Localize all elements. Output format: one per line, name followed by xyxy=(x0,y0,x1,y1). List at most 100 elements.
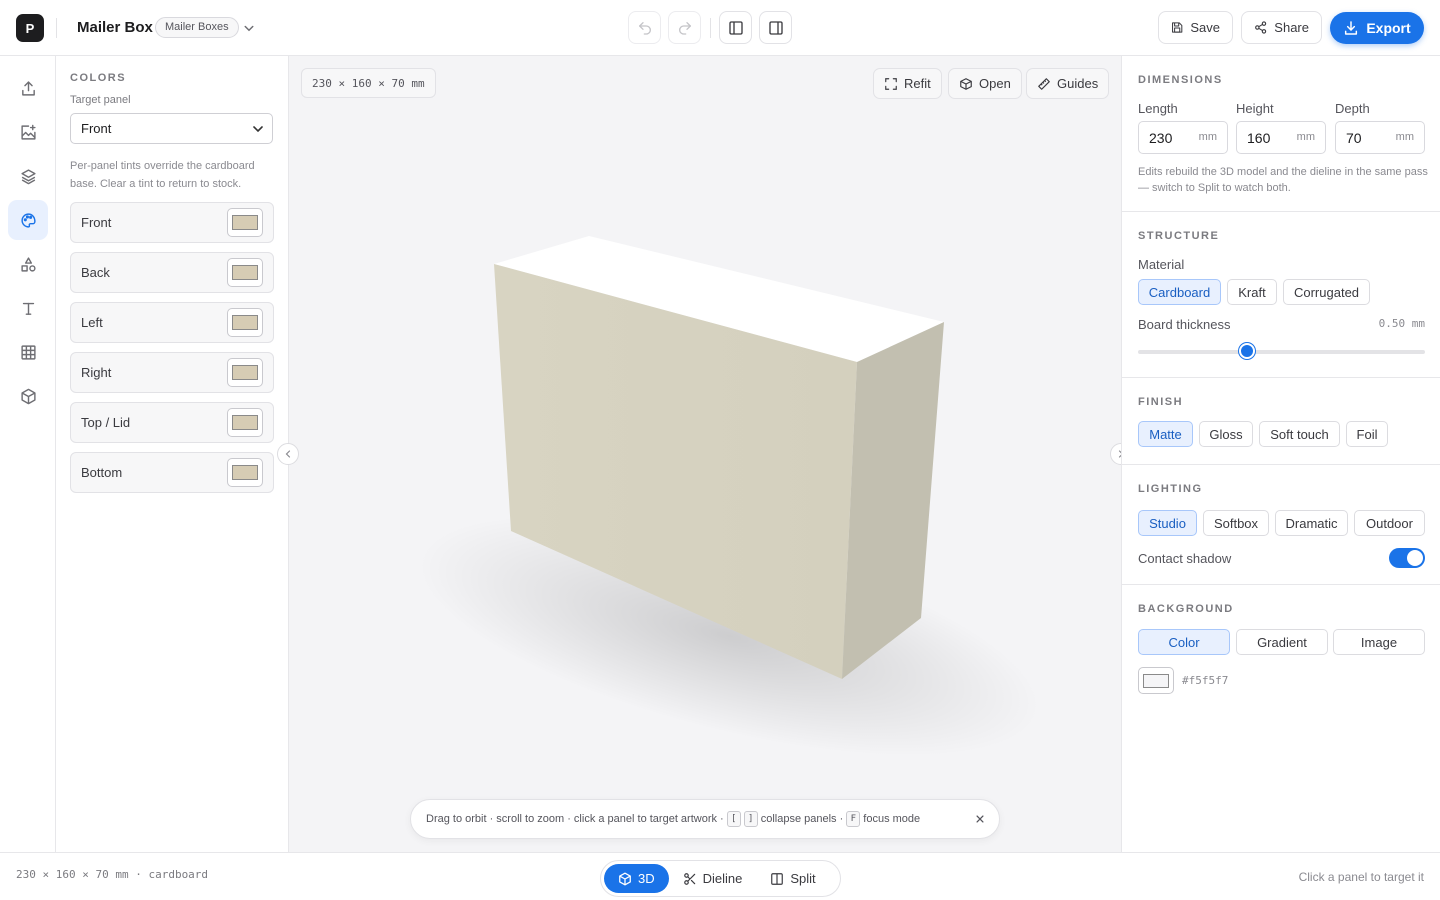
guides-button[interactable]: Guides xyxy=(1026,68,1110,99)
status-summary: 230 × 160 × 70 mm · cardboard xyxy=(16,868,209,881)
rail-item-layers[interactable] xyxy=(8,156,48,196)
thickness-slider-thumb[interactable] xyxy=(1239,343,1256,359)
panel-tint-row[interactable]: Back xyxy=(70,252,274,293)
target-panel-value: Front xyxy=(81,121,112,136)
project-title[interactable]: Mailer Box xyxy=(77,17,153,38)
rail-item-upload[interactable] xyxy=(8,68,48,108)
rail-item-images[interactable] xyxy=(8,112,48,152)
view-mode-3d[interactable]: 3D xyxy=(604,864,669,893)
thickness-label: Board thickness xyxy=(1138,317,1231,332)
section-title-finish: FINISH xyxy=(1138,396,1184,408)
panel-label: Right xyxy=(81,365,112,380)
rail-item-shapes[interactable] xyxy=(8,244,48,284)
color-swatch[interactable] xyxy=(227,208,263,237)
redo-icon xyxy=(678,21,691,35)
undo-icon xyxy=(638,21,651,35)
close-icon[interactable] xyxy=(973,812,987,826)
unit-label: mm xyxy=(1395,131,1414,143)
image-add-icon xyxy=(20,124,36,140)
panel-tint-row[interactable]: Left xyxy=(70,302,274,343)
lighting-option-studio[interactable]: Studio xyxy=(1138,510,1197,536)
section-title-background: BACKGROUND xyxy=(1138,603,1234,615)
rail-item-patterns[interactable] xyxy=(8,332,48,372)
toggle-right-panel-button[interactable] xyxy=(759,11,792,44)
split-view-icon xyxy=(771,872,784,885)
kbd-key: [ xyxy=(726,811,741,827)
panel-label: Back xyxy=(81,265,110,280)
thickness-value: 0.50 mm xyxy=(1378,317,1425,330)
background-option-color[interactable]: Color xyxy=(1138,629,1230,655)
divider xyxy=(56,18,57,38)
open-button[interactable]: Open xyxy=(948,68,1022,99)
lighting-option-softbox[interactable]: Softbox xyxy=(1203,510,1269,536)
length-value: 230 xyxy=(1149,129,1173,146)
box-3d-model[interactable] xyxy=(289,56,1121,852)
section-title-lighting: LIGHTING xyxy=(1138,483,1203,495)
material-label: Material xyxy=(1138,257,1185,272)
collapse-left-panel-button[interactable] xyxy=(277,443,299,465)
view-mode-label: Split xyxy=(790,871,816,886)
sidebar-left-icon xyxy=(728,20,743,35)
thickness-slider-track[interactable] xyxy=(1138,350,1425,354)
panel-tint-row[interactable]: Right xyxy=(70,352,274,393)
grid-icon xyxy=(20,344,36,360)
open-label: Open xyxy=(979,76,1011,91)
tool-rail xyxy=(0,56,56,852)
background-option-image[interactable]: Image xyxy=(1333,629,1425,655)
scissors-icon xyxy=(683,872,695,885)
panel-tint-row[interactable]: Front xyxy=(70,202,274,243)
view-mode-split[interactable]: Split xyxy=(756,864,829,893)
color-swatch[interactable] xyxy=(227,458,263,487)
target-panel-select[interactable]: Front xyxy=(70,113,273,144)
view-mode-label: Dieline xyxy=(702,871,743,886)
color-swatch[interactable] xyxy=(227,408,263,437)
finish-option-gloss[interactable]: Gloss xyxy=(1199,421,1253,447)
finish-option-foil[interactable]: Foil xyxy=(1346,421,1388,447)
text-icon xyxy=(22,302,34,315)
rail-item-model[interactable] xyxy=(8,376,48,416)
toggle-left-panel-button[interactable] xyxy=(719,11,752,44)
box-open-icon xyxy=(960,77,972,90)
depth-input[interactable]: 70 mm xyxy=(1335,121,1425,154)
color-swatch[interactable] xyxy=(227,258,263,287)
color-swatch[interactable] xyxy=(227,308,263,337)
chevron-down-icon[interactable] xyxy=(240,19,258,37)
background-option-gradient[interactable]: Gradient xyxy=(1236,629,1328,655)
contact-shadow-toggle[interactable] xyxy=(1389,548,1425,568)
app-logo[interactable]: P xyxy=(16,14,44,42)
redo-button[interactable] xyxy=(668,11,701,44)
height-input[interactable]: 160 mm xyxy=(1236,121,1326,154)
kbd-key: F xyxy=(846,811,861,827)
finish-section: FINISH Matte Gloss Soft touch Foil xyxy=(1122,378,1440,465)
view-mode-dieline[interactable]: Dieline xyxy=(669,864,757,893)
sidebar-right-icon xyxy=(768,20,783,35)
refit-button[interactable]: Refit xyxy=(873,68,942,99)
color-swatch[interactable] xyxy=(227,358,263,387)
panel-tint-row[interactable]: Top / Lid xyxy=(70,402,274,443)
panel-tint-row[interactable]: Bottom xyxy=(70,452,274,493)
onboarding-hint: Drag to orbit · scroll to zoom · click a… xyxy=(410,799,1000,839)
material-option-cardboard[interactable]: Cardboard xyxy=(1138,279,1221,305)
finish-option-matte[interactable]: Matte xyxy=(1138,421,1193,447)
rail-item-text[interactable] xyxy=(8,288,48,328)
share-button[interactable]: Share xyxy=(1241,11,1322,44)
divider xyxy=(710,18,711,38)
length-input[interactable]: 230 mm xyxy=(1138,121,1228,154)
dimensions-section: DIMENSIONS Length Height Depth 230 mm 16… xyxy=(1122,56,1440,212)
lighting-option-outdoor[interactable]: Outdoor xyxy=(1354,510,1425,536)
material-option-kraft[interactable]: Kraft xyxy=(1227,279,1277,305)
lighting-option-dramatic[interactable]: Dramatic xyxy=(1275,510,1348,536)
undo-button[interactable] xyxy=(628,11,661,44)
depth-value: 70 xyxy=(1346,129,1362,146)
background-color-swatch[interactable] xyxy=(1138,667,1174,694)
category-badge[interactable]: Mailer Boxes xyxy=(155,17,239,38)
export-button[interactable]: Export xyxy=(1330,12,1424,44)
depth-label: Depth xyxy=(1335,101,1370,116)
cube-icon xyxy=(619,872,631,885)
save-button[interactable]: Save xyxy=(1158,11,1233,44)
3d-viewport[interactable]: 230 × 160 × 70 mm Refit Open Guides Drag… xyxy=(289,56,1121,852)
finish-option-soft-touch[interactable]: Soft touch xyxy=(1259,421,1340,447)
rail-item-colors[interactable] xyxy=(8,200,48,240)
material-option-corrugated[interactable]: Corrugated xyxy=(1283,279,1370,305)
background-color-value[interactable]: #f5f5f7 xyxy=(1182,674,1228,687)
